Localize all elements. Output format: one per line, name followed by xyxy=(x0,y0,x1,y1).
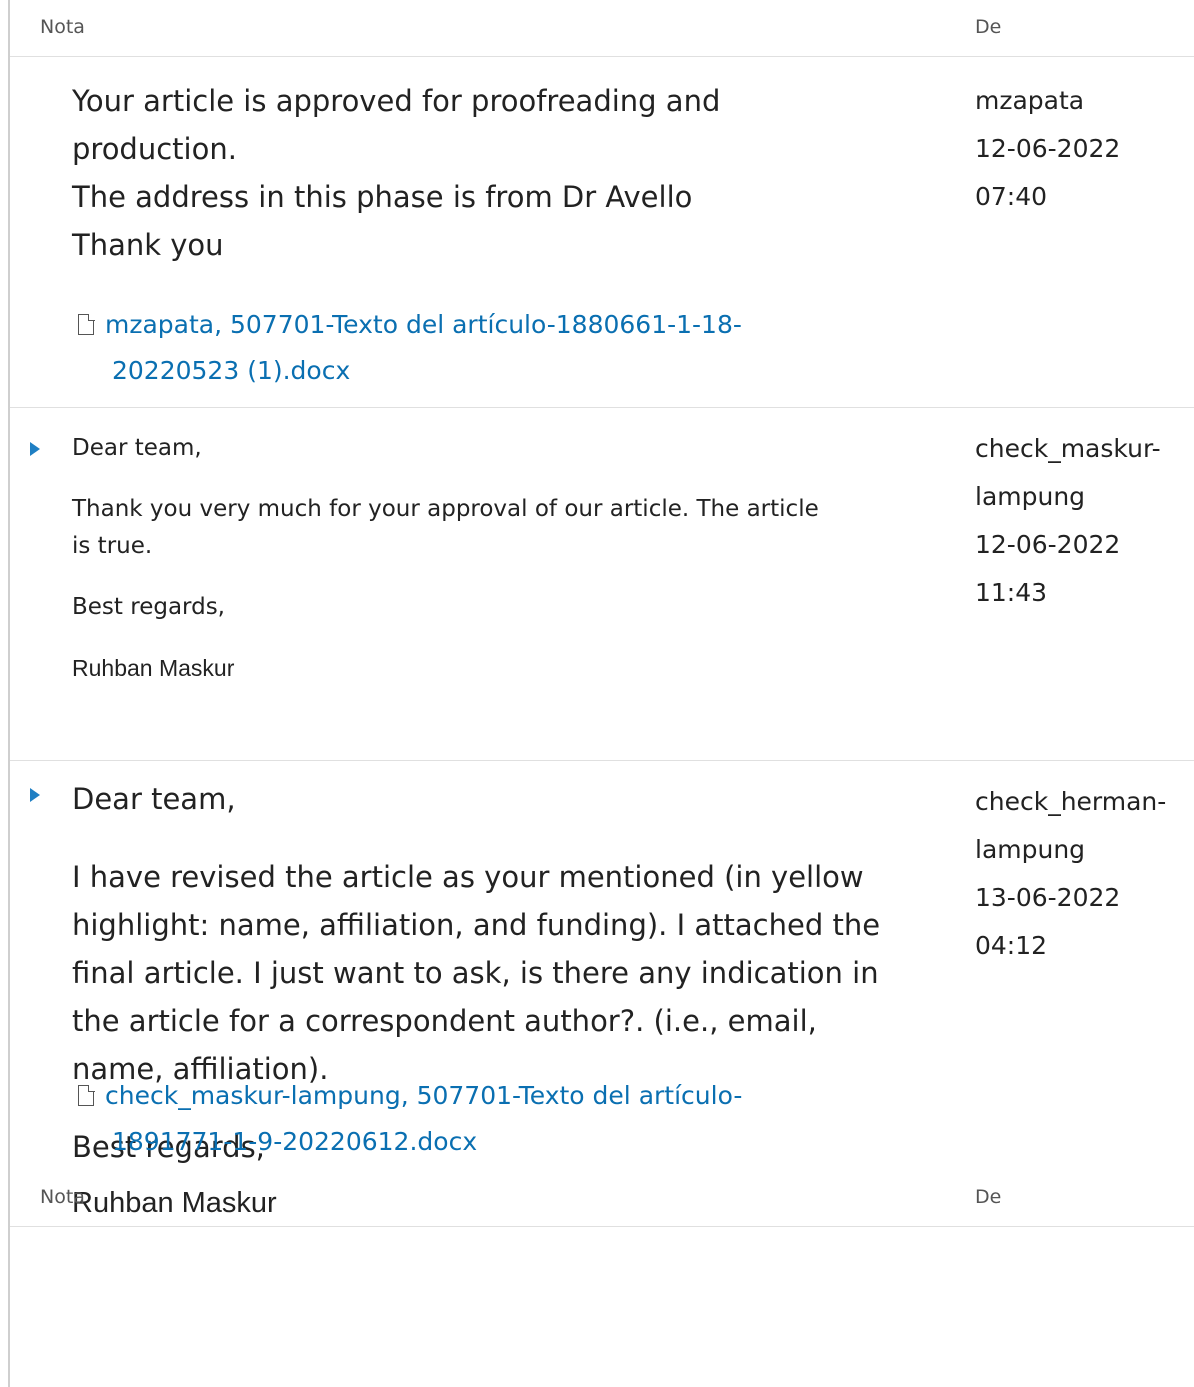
note-date: 12-06-2022 xyxy=(975,530,1121,559)
author-username: mzapata xyxy=(975,86,1085,115)
message-greeting: Dear team, xyxy=(72,435,202,461)
message-signature: Ruhban Maskur xyxy=(72,655,235,681)
author-username: check_maskur- xyxy=(975,434,1161,463)
message-closing: Best regards, xyxy=(72,594,225,620)
note-author: mzapata 12-06-2022 07:40 xyxy=(975,77,1194,221)
expand-toggle-icon[interactable] xyxy=(30,788,40,802)
message-body-line: Thank you very much for your approval of… xyxy=(72,496,819,522)
column-header-from: De xyxy=(975,16,1002,38)
attachment-link[interactable]: check_maskur-lampung, 507701-Texto del a… xyxy=(72,1073,742,1165)
note-author: check_herman- lampung 13-06-2022 04:12 xyxy=(975,778,1194,970)
notes-table: Nota De Your article is approved for pro… xyxy=(8,0,1194,1387)
message-greeting: Dear team, xyxy=(72,782,236,816)
attachment-name: mzapata, 507701-Texto del artículo-18806… xyxy=(105,310,742,339)
note-row: Your article is approved for proofreadin… xyxy=(10,57,1194,408)
note-time: 04:12 xyxy=(975,931,1048,960)
column-header-note: Nota xyxy=(40,16,85,38)
attachment-name: check_maskur-lampung, 507701-Texto del a… xyxy=(105,1081,743,1110)
sticky-table-header: Nota De xyxy=(10,1170,1194,1227)
file-icon xyxy=(78,313,95,335)
note-row: Dear team, Thank you very much for your … xyxy=(10,408,1194,761)
expand-toggle-icon[interactable] xyxy=(30,442,40,456)
note-time: 07:40 xyxy=(975,182,1048,211)
message-line: Your article is approved for proofreadin… xyxy=(72,84,721,118)
note-time: 11:43 xyxy=(975,578,1048,607)
message-line: Thank you xyxy=(72,228,224,262)
table-header: Nota De xyxy=(10,0,1194,57)
author-username: check_herman- xyxy=(975,787,1167,816)
message-body-line: final article. I just want to ask, is th… xyxy=(72,956,879,990)
message-body-line: highlight: name, affiliation, and fundin… xyxy=(72,908,881,942)
note-row: Dear team, I have revised the article as… xyxy=(10,761,1194,1387)
note-author: check_maskur- lampung 12-06-2022 11:43 xyxy=(975,425,1194,617)
message-line: production. xyxy=(72,132,237,166)
note-date: 13-06-2022 xyxy=(975,883,1121,912)
column-header-note: Nota xyxy=(40,1186,85,1208)
author-username-cont: lampung xyxy=(975,482,1086,511)
message-body-line: I have revised the article as your menti… xyxy=(72,860,864,894)
file-icon xyxy=(78,1084,95,1106)
attachment-name-cont: 1891771-1-9-20220612.docx xyxy=(112,1127,478,1156)
message-body-line: the article for a correspondent author?.… xyxy=(72,1004,817,1038)
attachment-name-cont: 20220523 (1).docx xyxy=(112,356,351,385)
attachment-link[interactable]: mzapata, 507701-Texto del artículo-18806… xyxy=(72,302,742,394)
note-message: Your article is approved for proofreadin… xyxy=(72,77,912,269)
message-body-line: is true. xyxy=(72,533,153,559)
message-line: The address in this phase is from Dr Ave… xyxy=(72,180,693,214)
column-header-from: De xyxy=(975,1186,1002,1208)
note-date: 12-06-2022 xyxy=(975,134,1121,163)
author-username-cont: lampung xyxy=(975,835,1086,864)
note-message: Dear team, Thank you very much for your … xyxy=(72,430,912,687)
